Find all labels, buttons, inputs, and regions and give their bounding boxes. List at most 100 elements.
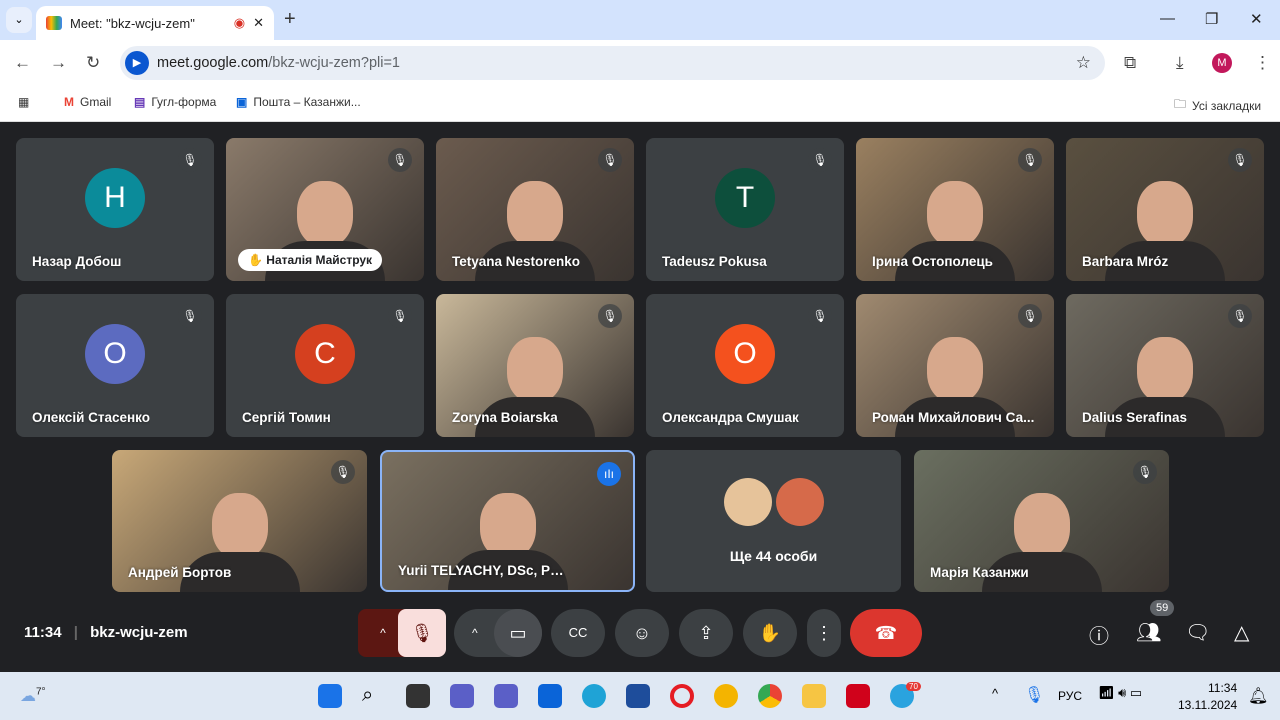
back-icon[interactable]: ← (14, 53, 31, 73)
participant-tile[interactable]: Н 🎙︎ Назар Добош (16, 138, 214, 281)
bookmark-gmail[interactable]: M Gmail (64, 95, 111, 109)
address-bar[interactable]: ▶ meet.google.com/bkz-wcju-zem?pli=1 ☆ (120, 46, 1105, 80)
chrome-icon[interactable] (758, 684, 782, 708)
participant-tile[interactable]: 🎙︎ Ірина Остополець (856, 138, 1054, 281)
raise-hand-button[interactable]: ✋ (743, 609, 797, 657)
clock-date[interactable]: 13.11.2024 (1178, 698, 1237, 712)
reload-icon[interactable]: ↻ (86, 53, 100, 73)
present-button[interactable]: ⇪ (679, 609, 733, 657)
weather-widget[interactable]: ☁7° (20, 686, 46, 706)
participant-avatar: С (295, 324, 355, 385)
bookmarks-bar: ▦ M Gmail ▤ Гугл-форма ▣ Пошта – Казанжи...… (0, 86, 1280, 122)
url-host: meet.google.com (157, 55, 269, 71)
participant-tile[interactable]: 🎙︎ Tetyana Nestorenko (436, 138, 634, 281)
clock-time[interactable]: 11:34 (1208, 681, 1237, 695)
participant-name: Tetyana Nestorenko (452, 254, 581, 269)
meeting-info: 11:34 | bkz-wcju-zem (24, 624, 188, 641)
close-window-button[interactable]: ✕ (1250, 10, 1263, 28)
muted-mic-icon: 🎙︎ (331, 460, 355, 484)
muted-mic-icon: 🎙︎ (598, 148, 622, 172)
mic-off-button[interactable]: 🎙︎ (398, 609, 446, 657)
network-volume-battery-icons[interactable]: 📶︎ 🔊︎ ▭ (1098, 685, 1142, 701)
opera-icon[interactable] (670, 684, 694, 708)
participant-video (1137, 336, 1193, 403)
tab-search-button[interactable]: ⌄ (6, 7, 32, 33)
muted-mic-icon: 🎙︎ (178, 148, 202, 172)
participant-tile[interactable]: С 🎙︎ Сергій Томин (226, 294, 424, 437)
participant-avatar: Н (85, 168, 145, 229)
profile-avatar[interactable]: M (1212, 53, 1232, 73)
participant-tile[interactable]: T 🎙︎ Tadeusz Pokusa (646, 138, 844, 281)
apps-icon[interactable]: ▦ (18, 95, 29, 109)
participant-tile[interactable]: ıIı Yurii TELYACHY, DSc, Professor (380, 450, 635, 592)
others-avatars (723, 478, 824, 526)
participants-badge: 59 (1150, 600, 1175, 616)
restore-button[interactable]: ❐ (1205, 10, 1218, 28)
task-view-icon[interactable] (406, 684, 430, 708)
close-tab-icon[interactable]: ✕ (253, 15, 264, 31)
info-icon[interactable]: ⓘ (1089, 620, 1109, 649)
participant-name: Олексій Стасенко (32, 410, 150, 425)
download-icon[interactable]: ⤓ (1176, 53, 1184, 73)
bookmark-forms[interactable]: ▤ Гугл-форма (134, 95, 216, 109)
captions-button[interactable]: CC (551, 609, 605, 657)
participant-tile[interactable]: О 🎙︎ Олексій Стасенко (16, 294, 214, 437)
participant-tile[interactable]: Ще 44 особи (646, 450, 901, 592)
minimize-button[interactable]: — (1160, 10, 1175, 27)
star-icon[interactable]: ☆ (1076, 53, 1091, 73)
muted-mic-icon: 🎙︎ (1018, 148, 1042, 172)
chat-icon[interactable]: 🗨︎ (1185, 620, 1210, 645)
participant-tile[interactable]: 🎙︎ Марія Казанжи (914, 450, 1169, 592)
more-options-button[interactable]: ⋮ (807, 609, 841, 657)
participant-avatar: О (85, 324, 145, 385)
participant-tile[interactable]: О 🎙︎ Олександра Смушак (646, 294, 844, 437)
file-explorer-icon[interactable] (802, 684, 826, 708)
teams-icon-2[interactable] (494, 684, 518, 708)
participant-tile[interactable]: 🎙︎ Barbara Mróz (1066, 138, 1264, 281)
forward-icon[interactable]: → (50, 53, 67, 73)
participant-tile[interactable]: 🎙︎ Роман Михайлович Са... (856, 294, 1054, 437)
telegram-badge: 70 (906, 682, 921, 691)
meet-logo-icon (46, 16, 62, 30)
all-bookmarks[interactable]: 🗀 Усі закладки (1174, 95, 1261, 116)
participant-video (297, 180, 353, 247)
store-icon[interactable] (626, 684, 650, 708)
browser-icon[interactable] (714, 684, 738, 708)
tab-meet[interactable]: Meet: "bkz-wcju-zem" ◉ ✕ (36, 6, 274, 40)
people-icon[interactable]: 👥︎ (1136, 620, 1161, 645)
teams-icon[interactable] (450, 684, 474, 708)
taskbar: ☁7° ⌕ 70 ^ 🎙︎ РУС 📶︎ 🔊︎ ▭ 11:34 13.11.20… (0, 672, 1280, 720)
participant-name: Barbara Mróz (1082, 254, 1169, 269)
tray-chevron-icon[interactable]: ^ (992, 686, 998, 701)
search-icon[interactable]: ⌕ (362, 684, 386, 708)
muted-mic-icon: 🎙︎ (1228, 148, 1252, 172)
mic-tray-icon[interactable]: 🎙︎ (1024, 685, 1044, 705)
participant-video (507, 336, 563, 403)
notifications-icon[interactable]: 🔔︎ (1248, 686, 1268, 706)
language-indicator[interactable]: РУС (1058, 689, 1082, 703)
menu-icon[interactable]: ⋮ (1254, 53, 1271, 73)
extensions-icon[interactable]: ⧉ (1124, 53, 1136, 73)
camera-button[interactable]: ▭ (494, 609, 542, 657)
new-tab-button[interactable]: + (284, 8, 296, 31)
recording-icon: ◉ (233, 15, 246, 30)
pdf-icon[interactable] (846, 684, 870, 708)
reactions-button[interactable]: ☺ (615, 609, 669, 657)
outlook-icon[interactable] (538, 684, 562, 708)
muted-mic-icon: 🎙︎ (1018, 304, 1042, 328)
participant-tile[interactable]: 🎙︎ Dalius Serafinas (1066, 294, 1264, 437)
participant-tile[interactable]: 🎙︎ Андрей Бортов (112, 450, 367, 592)
leave-call-button[interactable]: ☎ (850, 609, 922, 657)
participant-name: Андрей Бортов (128, 565, 232, 580)
participant-tile[interactable]: 🎙︎ Zoryna Boiarska (436, 294, 634, 437)
bookmark-outlook[interactable]: ▣ Пошта – Казанжи... (236, 95, 361, 109)
activities-icon[interactable]: △ (1234, 620, 1249, 645)
muted-mic-icon: 🎙︎ (388, 304, 412, 328)
participant-name: Ірина Остополець (872, 254, 993, 269)
tab-strip: ⌄ Meet: "bkz-wcju-zem" ◉ ✕ + — ❐ ✕ (0, 0, 1280, 40)
participant-tile[interactable]: 🎙︎ ✋ Наталія Майструк (226, 138, 424, 281)
site-icon: ▶ (125, 51, 149, 75)
start-icon[interactable] (318, 684, 342, 708)
edge-icon[interactable] (582, 684, 606, 708)
participant-name: Zoryna Boiarska (452, 410, 558, 425)
